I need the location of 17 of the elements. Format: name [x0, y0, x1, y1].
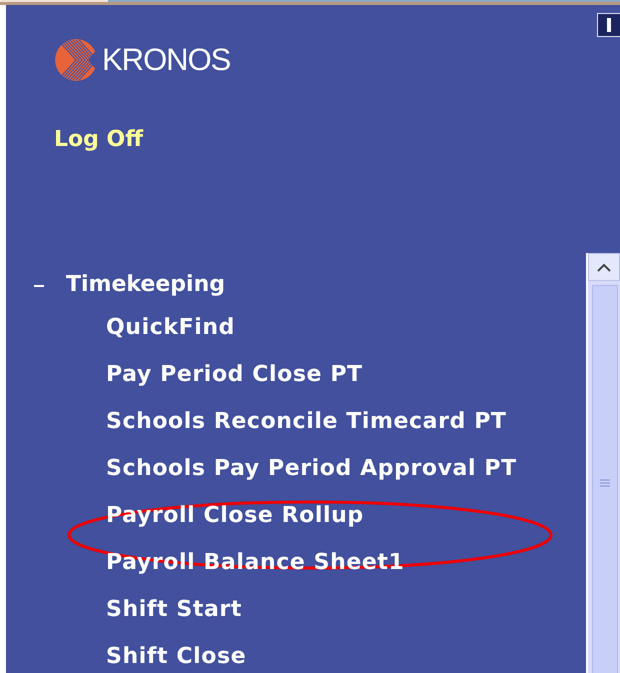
chevron-up-icon [597, 262, 611, 272]
scroll-thumb[interactable] [592, 285, 618, 673]
logo-text: KRONOS [102, 42, 230, 78]
menu-item[interactable]: Pay Period Close PT [106, 351, 363, 398]
log-off-link[interactable]: Log Off [54, 127, 144, 152]
menu-group[interactable]: Timekeeping [66, 272, 225, 296]
scroll-up-button[interactable] [588, 253, 620, 281]
menu-item[interactable]: Schools Pay Period Approval PT [106, 445, 517, 492]
logo-icon [54, 38, 98, 82]
menu-item[interactable]: Schools Reconcile Timecard PT [106, 398, 507, 445]
menu-item[interactable]: Shift Start [106, 586, 242, 633]
grip-icon [600, 478, 610, 486]
bar-icon [607, 18, 611, 32]
corner-button[interactable] [597, 13, 620, 37]
menu-item[interactable]: QuickFind [106, 304, 235, 351]
menu-item[interactable]: Shift Close [106, 633, 246, 673]
menu-item[interactable]: Payroll Close Rollup [106, 492, 364, 539]
